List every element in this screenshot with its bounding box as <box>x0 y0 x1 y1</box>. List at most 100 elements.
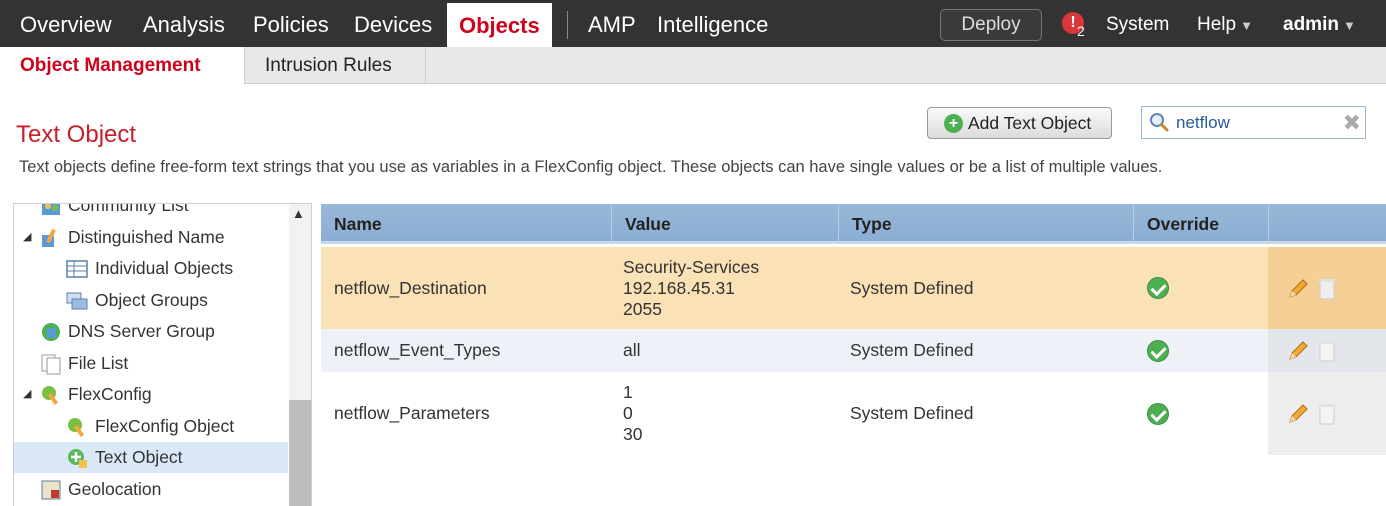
cell-name: netflow_Parameters <box>321 372 490 455</box>
sub-nav: Object Management Intrusion Rules <box>0 47 1386 84</box>
column-header-override[interactable]: Override <box>1134 204 1269 244</box>
tree-item-label: DNS Server Group <box>68 321 215 341</box>
delete-trash-icon[interactable] <box>1318 339 1336 363</box>
flexconfig-object-icon <box>68 418 85 438</box>
nav-devices[interactable]: Devices <box>354 0 432 47</box>
nav-system[interactable]: System <box>1106 0 1169 47</box>
delete-trash-icon[interactable] <box>1318 277 1336 301</box>
search-icon <box>1150 113 1169 132</box>
geolocation-icon <box>41 480 61 500</box>
edit-pencil-icon[interactable] <box>1286 402 1310 426</box>
nav-intelligence[interactable]: Intelligence <box>657 0 768 47</box>
text-object-icon <box>68 449 87 468</box>
cell-override <box>1134 329 1169 372</box>
tree-item-label: Geolocation <box>68 479 162 499</box>
column-header-value[interactable]: Value <box>612 204 839 244</box>
row-actions <box>1268 372 1386 455</box>
override-check-icon <box>1147 277 1169 299</box>
table-row[interactable]: netflow_Event_Types all System Defined <box>321 329 1386 372</box>
individual-objects-icon <box>66 260 88 278</box>
column-header-name[interactable]: Name <box>321 204 612 244</box>
tree-item-dns-server-group[interactable]: DNS Server Group <box>14 316 288 347</box>
add-icon: + <box>944 114 963 133</box>
tree-item-geolocation[interactable]: Geolocation <box>14 474 288 505</box>
nav-help-label: Help <box>1197 14 1237 35</box>
column-header-type[interactable]: Type <box>839 204 1134 244</box>
tree-item-label: FlexConfig Object <box>95 416 235 436</box>
tree-item-label: File List <box>68 353 129 373</box>
nav-objects[interactable]: Objects <box>447 3 552 47</box>
scroll-up-icon[interactable]: ▲ <box>292 206 305 221</box>
community-list-icon <box>42 204 60 215</box>
cell-value: 1 0 30 <box>610 372 642 455</box>
top-nav: Overview Analysis Policies Devices Objec… <box>0 0 1386 47</box>
row-actions <box>1268 329 1386 372</box>
object-value-line: 0 <box>623 403 633 423</box>
object-name: netflow_Destination <box>334 277 487 298</box>
alert-count: 2 <box>1077 23 1085 39</box>
object-name: netflow_Parameters <box>334 403 490 423</box>
object-value-line: all <box>623 340 641 360</box>
tree-item-label: Object Groups <box>95 290 208 310</box>
tab-object-management[interactable]: Object Management <box>0 47 245 84</box>
scrollbar-thumb[interactable] <box>289 400 311 506</box>
column-header-actions <box>1269 204 1386 244</box>
cell-type: System Defined <box>837 247 974 329</box>
nav-separator <box>567 11 568 39</box>
nav-policies[interactable]: Policies <box>253 0 329 47</box>
tree-item-text-object[interactable]: Text Object <box>14 442 288 473</box>
cell-override <box>1134 247 1169 329</box>
delete-trash-icon[interactable] <box>1318 402 1336 426</box>
cell-override <box>1134 372 1169 455</box>
object-type: System Defined <box>850 340 974 360</box>
search-box: ✖ <box>1141 106 1366 139</box>
tree-item-file-list[interactable]: File List <box>14 348 288 379</box>
object-value-line: 30 <box>623 424 643 444</box>
cell-value: all <box>610 329 641 372</box>
tree-item-community-list[interactable]: Community List <box>14 204 288 221</box>
page-title: Text Object <box>16 121 137 148</box>
dns-server-group-icon <box>42 323 60 341</box>
object-name: netflow_Event_Types <box>334 340 501 360</box>
search-input[interactable] <box>1176 111 1336 135</box>
object-type: System Defined <box>850 403 974 423</box>
object-value-line: 192.168.45.31 <box>623 277 735 298</box>
tree-item-individual-objects[interactable]: Individual Objects <box>14 253 288 284</box>
page-description: Text objects define free-form text strin… <box>19 158 1163 176</box>
add-button-label: Add Text Object <box>968 113 1092 133</box>
user-name: admin <box>1283 14 1339 35</box>
expand-arrow-icon[interactable]: ◢ <box>23 379 31 410</box>
object-type: System Defined <box>850 277 974 298</box>
edit-pencil-icon[interactable] <box>1286 339 1310 363</box>
object-value-line: 1 <box>623 382 633 402</box>
nav-help[interactable]: Help ▼ <box>1197 0 1253 47</box>
row-actions <box>1268 247 1386 329</box>
nav-analysis[interactable]: Analysis <box>143 0 225 47</box>
override-check-icon <box>1147 402 1169 425</box>
override-check-icon <box>1147 339 1169 362</box>
nav-amp[interactable]: AMP <box>588 0 636 47</box>
tree-item-label: Individual Objects <box>95 258 234 278</box>
distinguished-name-icon <box>42 228 56 247</box>
object-groups-icon <box>66 292 88 310</box>
deploy-button[interactable]: Deploy <box>940 9 1042 41</box>
tree-item-flexconfig-object[interactable]: FlexConfig Object <box>14 411 288 442</box>
tree-item-object-groups[interactable]: Object Groups <box>14 285 288 316</box>
tab-intrusion-rules[interactable]: Intrusion Rules <box>245 47 426 84</box>
table-row[interactable]: netflow_Destination Security-Services 19… <box>321 247 1386 329</box>
clear-search-icon[interactable]: ✖ <box>1343 111 1361 135</box>
object-value-line: Security-Services <box>623 256 760 277</box>
cell-value: Security-Services 192.168.45.31 2055 <box>610 247 759 329</box>
edit-pencil-icon[interactable] <box>1286 277 1310 301</box>
user-menu[interactable]: admin ▼ <box>1283 0 1356 47</box>
add-text-object-button[interactable]: + Add Text Object <box>927 107 1112 139</box>
tree-item-label: Distinguished Name <box>68 227 225 247</box>
nav-overview[interactable]: Overview <box>20 0 112 47</box>
expand-arrow-icon[interactable]: ◢ <box>23 222 31 253</box>
cell-name: netflow_Event_Types <box>321 329 500 372</box>
table-row[interactable]: netflow_Parameters 1 0 30 System Defined <box>321 372 1386 455</box>
tree-item-label: Text Object <box>95 447 183 467</box>
tree-item-distinguished-name[interactable]: ◢ Distinguished Name <box>14 222 288 253</box>
file-list-icon <box>41 354 61 375</box>
tree-item-flexconfig[interactable]: ◢ FlexConfig <box>14 379 288 410</box>
